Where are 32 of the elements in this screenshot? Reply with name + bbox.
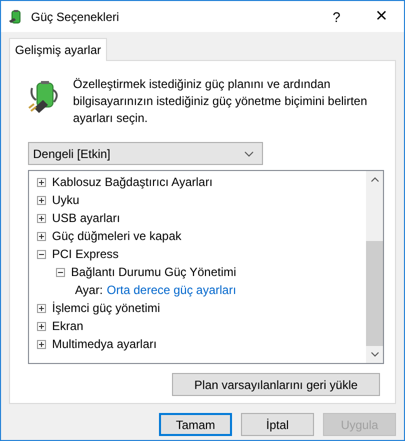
restore-defaults-button[interactable]: Plan varsayılanlarını geri yükle xyxy=(172,373,380,396)
tree-item[interactable]: Multimedya ayarları xyxy=(52,337,157,351)
tree-item[interactable]: Bağlantı Durumu Güç Yönetimi xyxy=(71,265,236,279)
tree-item[interactable]: USB ayarları xyxy=(52,211,120,225)
expand-icon[interactable] xyxy=(37,214,46,222)
tree-item[interactable]: İşlemci güç yönetimi xyxy=(52,301,160,315)
scrollbar-thumb[interactable] xyxy=(366,241,383,346)
dialog-button[interactable]: Tamam xyxy=(159,413,232,436)
expand-icon[interactable] xyxy=(37,322,46,330)
expand-icon[interactable] xyxy=(37,232,46,240)
expand-icon[interactable] xyxy=(37,178,46,186)
window-title: Güç Seçenekleri xyxy=(31,10,120,24)
expand-icon[interactable] xyxy=(37,340,46,348)
tree-item[interactable]: Kablosuz Bağdaştırıcı Ayarları xyxy=(52,175,213,189)
help-button[interactable]: ? xyxy=(314,2,359,32)
collapse-icon[interactable] xyxy=(56,268,65,276)
tab[interactable]: Gelişmiş ayarlar xyxy=(9,38,108,61)
scrollbar[interactable] xyxy=(366,171,383,363)
tree-item[interactable]: Uyku xyxy=(52,193,80,207)
chevron-down-icon xyxy=(244,150,254,156)
setting-label: Ayar: xyxy=(75,283,103,297)
tree-item[interactable]: PCI Express xyxy=(52,247,119,261)
setting-value-link[interactable]: Orta derece güç ayarları xyxy=(106,283,236,297)
expand-icon[interactable] xyxy=(37,196,46,204)
expand-icon[interactable] xyxy=(37,304,46,312)
dialog-button[interactable]: İptal xyxy=(241,413,314,436)
close-button[interactable]: × xyxy=(359,2,404,32)
tree-item[interactable]: Güç düğmeleri ve kapak xyxy=(52,229,182,243)
description-text: Özelleştirmek istediğiniz güç planını ve ardından bilgisayarınızın istediğiniz güç yönetme biçimini belirten ayarları seçin. xyxy=(73,76,368,127)
plan-dropdown[interactable]: Dengeli [Etkin] xyxy=(28,142,263,165)
tree-item[interactable]: Ekran xyxy=(52,319,84,333)
collapse-icon[interactable] xyxy=(37,250,46,258)
